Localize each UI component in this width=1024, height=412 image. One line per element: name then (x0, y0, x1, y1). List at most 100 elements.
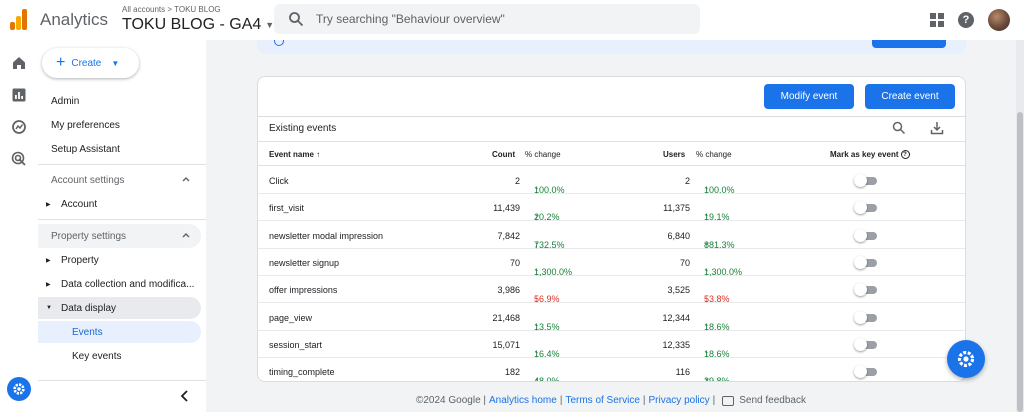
collapse-sidebar-icon[interactable] (180, 390, 190, 402)
col-count[interactable]: Count (492, 150, 515, 159)
sidebar-item-property[interactable]: ▶ Property (38, 249, 201, 271)
reports-icon[interactable] (11, 87, 27, 103)
property-settings-label: Property settings (51, 230, 127, 242)
sidebar-item-events[interactable]: Events (38, 321, 201, 343)
event-name[interactable]: page_view (269, 313, 312, 323)
event-name[interactable]: newsletter modal impression (269, 231, 383, 241)
event-count: 70 (509, 257, 520, 268)
sidebar-item-key-events[interactable]: Key events (38, 345, 201, 367)
search-placeholder: Try searching "Behaviour overview" (316, 12, 505, 26)
sidebar-item-admin[interactable]: Admin (51, 96, 79, 107)
data-display-label: Data display (61, 302, 117, 314)
table-row[interactable]: Click 2 ↑ 100.0% 2 ↑ 100.0% (258, 167, 965, 196)
send-feedback-link[interactable]: Send feedback (739, 395, 806, 406)
col-users-change[interactable]: % change (696, 150, 732, 159)
chevron-up-icon (182, 233, 190, 238)
mark-key-event-toggle[interactable] (854, 174, 878, 187)
table-row[interactable]: page_view 21,468 ↑ 13.5% 12,344 ↑ 18.6% (258, 304, 965, 333)
analytics-logo-icon[interactable] (10, 8, 28, 30)
scrollbar-thumb[interactable] (1017, 112, 1023, 412)
mark-key-event-toggle[interactable] (854, 255, 878, 269)
event-count: 15,071 (492, 339, 520, 350)
breadcrumb[interactable]: All accounts > TOKU BLOG (122, 5, 221, 14)
sidebar-item-data-display[interactable]: ▼ Data display (38, 297, 201, 319)
mark-key-event-toggle[interactable] (854, 283, 878, 297)
property-name: TOKU BLOG - GA4 (122, 16, 262, 33)
chevron-down-icon: ▼ (111, 58, 120, 68)
event-count: 3,986 (497, 285, 520, 296)
explore-icon[interactable] (11, 119, 27, 135)
col-mark-key-event: Mark as key event? (830, 150, 910, 160)
table-row[interactable]: session_start 15,071 ↑ 16.4% 12,335 ↑ 18… (258, 331, 965, 360)
account-settings-header[interactable]: Account settings (38, 168, 201, 192)
download-icon[interactable] (930, 121, 944, 135)
event-name[interactable]: offer impressions (269, 285, 337, 295)
table-row[interactable]: first_visit 11,439 ↑ 20.2% 11,375 ↑ 19.1… (258, 194, 965, 223)
info-banner (257, 40, 966, 54)
search-icon[interactable] (892, 121, 906, 135)
table-row[interactable]: newsletter modal impression 7,842 ↑ 732.… (258, 222, 965, 251)
mark-key-event-toggle[interactable] (854, 310, 878, 324)
terms-link[interactable]: Terms of Service (565, 395, 639, 406)
scrollbar[interactable] (1016, 40, 1024, 412)
event-name[interactable]: session_start (269, 340, 322, 350)
data-collection-label: Data collection and modifica... (61, 278, 195, 290)
event-name[interactable]: newsletter signup (269, 258, 339, 268)
sidebar-item-setup-assistant[interactable]: Setup Assistant (51, 144, 120, 155)
help-icon[interactable]: ? (958, 12, 974, 28)
event-name[interactable]: first_visit (269, 203, 304, 213)
divider (258, 116, 965, 117)
left-rail (0, 40, 38, 412)
expand-arrow-icon: ▶ (46, 281, 51, 288)
assistant-fab[interactable] (947, 340, 985, 378)
col-users[interactable]: Users (663, 150, 685, 159)
search-bar[interactable]: Try searching "Behaviour overview" (274, 4, 700, 34)
chevron-up-icon (182, 177, 190, 182)
footer: ©2024 Google | Analytics home | Terms of… (416, 395, 806, 406)
event-name[interactable]: Click (269, 176, 289, 186)
property-settings-header[interactable]: Property settings (38, 224, 201, 248)
sidebar-item-data-collection[interactable]: ▶ Data collection and modifica... (38, 273, 201, 295)
table-row[interactable]: timing_complete 182 ↑ 48.0% 116 ↑ 39.8% (258, 358, 965, 382)
mark-key-event-toggle[interactable] (854, 201, 878, 215)
advertising-icon[interactable] (11, 151, 27, 167)
table-row[interactable]: newsletter signup 70 ↑ 1,300.0% 70 ↑ 1,3… (258, 249, 965, 278)
apps-grid-icon[interactable] (930, 13, 944, 27)
event-count: 11,439 (493, 203, 520, 214)
property-label: Property (61, 254, 99, 266)
mark-key-event-toggle[interactable] (854, 337, 878, 351)
privacy-link[interactable]: Privacy policy (649, 395, 710, 406)
count-change-value: 48.0% (534, 376, 560, 382)
create-label: Create (71, 57, 102, 69)
table-row[interactable]: offer impressions 3,986 ↓ 56.9% 3,525 ↓ … (258, 276, 965, 305)
admin-sidebar: + Create ▼ Admin My preferences Setup As… (38, 40, 206, 412)
copyright: ©2024 Google | (416, 395, 487, 406)
mark-key-event-toggle[interactable] (854, 228, 878, 242)
col-event-name[interactable]: Event name ↑ (269, 150, 320, 159)
create-event-button[interactable]: Create event (865, 84, 955, 109)
analytics-home-link[interactable]: Analytics home (489, 395, 557, 406)
plus-icon: + (56, 54, 66, 71)
admin-gear-icon[interactable] (7, 377, 31, 401)
event-name[interactable]: timing_complete (269, 367, 335, 377)
event-users: 12,335 (662, 339, 690, 350)
home-icon[interactable] (11, 55, 27, 71)
account-settings-label: Account settings (51, 174, 125, 186)
event-users: 12,344 (662, 312, 690, 323)
property-selector[interactable]: TOKU BLOG - GA4 ▼ (122, 16, 274, 34)
sidebar-item-preferences[interactable]: My preferences (51, 120, 120, 131)
mark-key-label: Mark as key event (830, 150, 899, 159)
feedback-icon (722, 395, 735, 406)
sidebar-item-account[interactable]: ▶ Account (38, 193, 201, 215)
mark-key-event-toggle[interactable] (854, 365, 878, 379)
create-button[interactable]: + Create ▼ (42, 48, 139, 78)
avatar[interactable] (988, 9, 1010, 31)
event-count: 7,842 (497, 230, 520, 241)
divider (38, 380, 206, 381)
event-users: 70 (679, 257, 690, 268)
col-count-change[interactable]: % change (525, 150, 561, 159)
help-icon[interactable]: ? (900, 150, 910, 160)
modify-event-button[interactable]: Modify event (764, 84, 854, 109)
banner-action-button[interactable] (872, 40, 946, 48)
settings-sparkle-icon (957, 350, 975, 368)
